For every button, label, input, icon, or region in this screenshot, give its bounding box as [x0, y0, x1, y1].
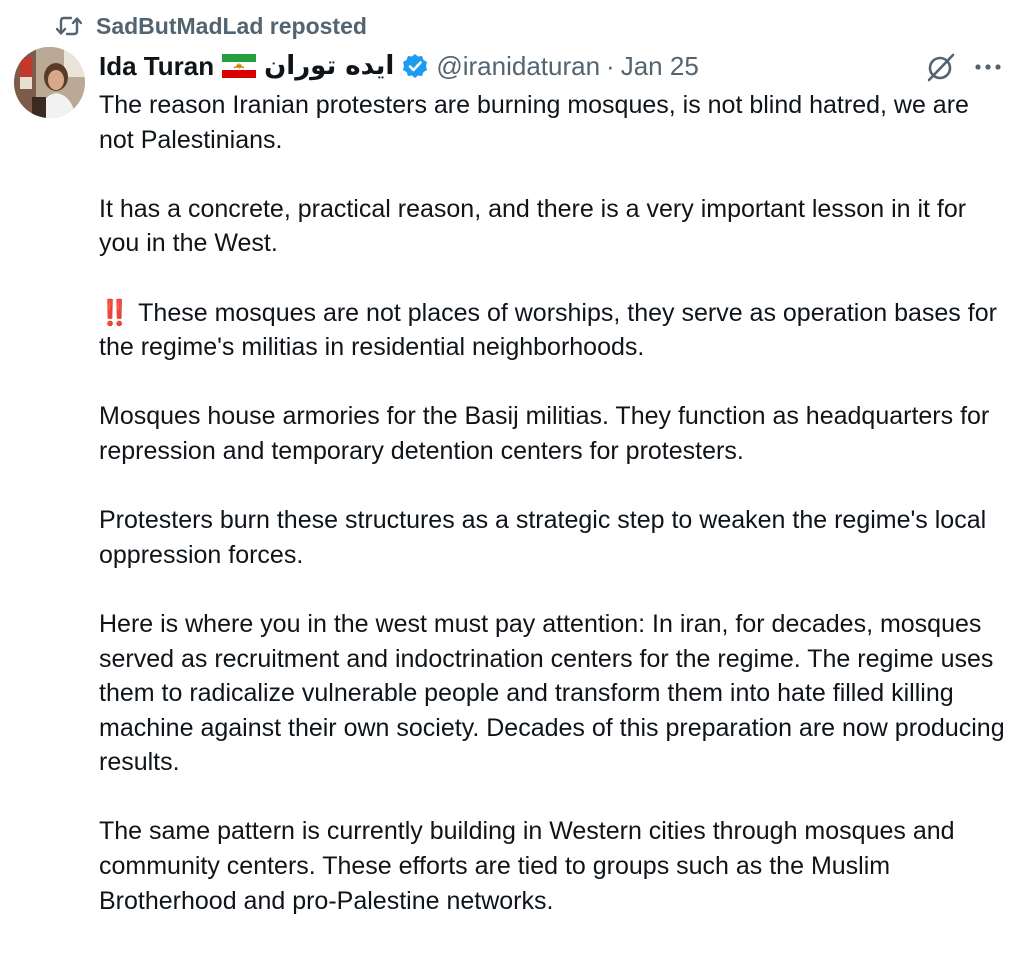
avatar[interactable] — [14, 47, 85, 118]
author-handle[interactable]: @iranidaturan — [436, 51, 600, 82]
post-body: The reason Iranian protesters are burnin… — [99, 88, 1009, 953]
post-paragraph: Protesters burn these structures as a st… — [99, 506, 987, 569]
more-options-icon[interactable] — [972, 52, 1004, 82]
post-paragraph: The reason Iranian protesters are burnin… — [99, 91, 969, 154]
double-exclamation-icon: ‼️ — [99, 298, 130, 327]
separator-dot: · — [606, 50, 615, 81]
post-paragraph: It has a concrete, practical reason, and… — [99, 194, 967, 258]
post-paragraph-text: These mosques are not places of worships… — [99, 298, 997, 362]
author-display-name[interactable]: Ida Turan — [99, 51, 214, 82]
post-date[interactable]: Jan 25 — [621, 51, 699, 82]
author-header: Ida Turan ایده توران @iranidaturan · Jan… — [99, 46, 699, 86]
post-paragraph-emphasis: ‼️ These mosques are not places of worshi… — [99, 296, 1009, 365]
repost-header[interactable]: SadButMadLad reposted — [56, 8, 367, 44]
iran-lion-sun-flag-icon — [222, 54, 257, 78]
post-paragraph: Mosques house armories for the Basij mil… — [99, 402, 990, 465]
repost-icon — [56, 15, 82, 37]
author-persian-name[interactable]: ایده توران — [264, 51, 394, 81]
repost-label[interactable]: SadButMadLad reposted — [96, 13, 367, 40]
post-paragraph: The same pattern is currently building i… — [99, 817, 955, 915]
grok-icon[interactable] — [925, 51, 957, 83]
verified-badge-icon[interactable] — [402, 53, 428, 79]
post-paragraph: Here is where you in the west must pay a… — [99, 609, 1005, 777]
